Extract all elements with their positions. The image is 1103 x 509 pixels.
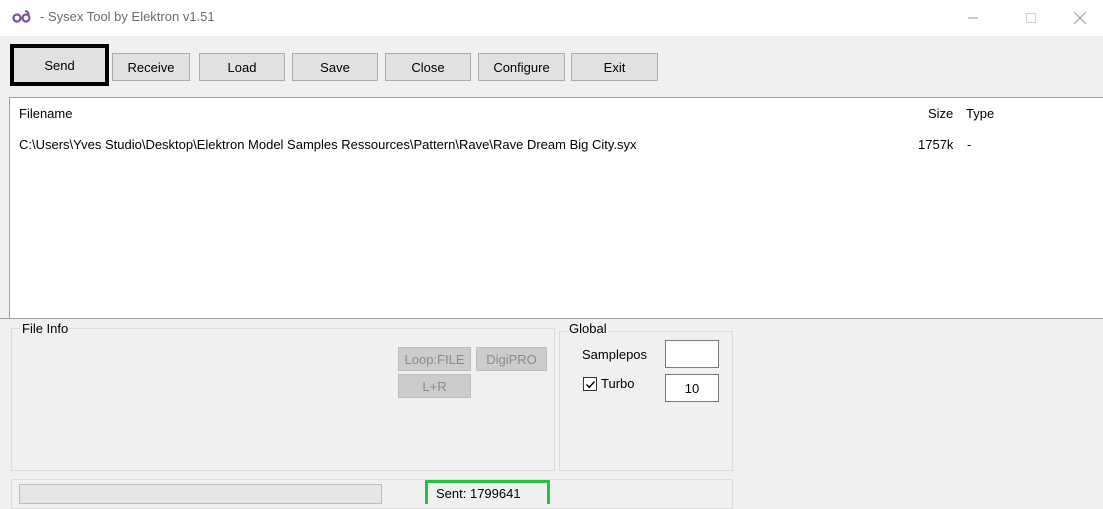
row-filename: C:\Users\Yves Studio\Desktop\Elektron Mo… xyxy=(19,137,637,152)
lr-button[interactable]: L+R xyxy=(398,374,471,398)
file-list[interactable]: Filename Size Type C:\Users\Yves Studio\… xyxy=(9,97,1103,318)
maximize-icon xyxy=(1026,13,1036,23)
column-header-filename[interactable]: Filename xyxy=(19,106,72,121)
sent-status-text: Sent: 1799641 xyxy=(436,486,521,501)
column-header-size[interactable]: Size xyxy=(928,106,953,121)
column-header-type[interactable]: Type xyxy=(966,106,994,121)
close-file-button[interactable]: Close xyxy=(385,53,471,81)
turbo-checkbox[interactable] xyxy=(583,377,597,391)
maximize-button[interactable] xyxy=(1008,0,1054,36)
sent-status-box: Sent: 1799641 xyxy=(425,480,550,504)
configure-button[interactable]: Configure xyxy=(478,53,565,81)
load-button[interactable]: Load xyxy=(199,53,285,81)
elektron-logo-icon xyxy=(12,10,31,23)
file-info-group xyxy=(11,328,555,471)
minimize-icon xyxy=(968,17,978,19)
toolbar: Send Receive Load Save Close Configure E… xyxy=(0,36,1103,96)
digipro-button[interactable]: DigiPRO xyxy=(476,347,547,371)
checkmark-icon xyxy=(585,380,595,388)
samplepos-label: Samplepos xyxy=(582,347,648,362)
row-size: 1757k xyxy=(918,137,954,152)
window-title: - Sysex Tool by Elektron v1.51 xyxy=(40,9,215,24)
minimize-button[interactable] xyxy=(950,0,996,36)
exit-button[interactable]: Exit xyxy=(571,53,658,81)
global-title: Global xyxy=(567,321,609,336)
splitter xyxy=(0,318,1103,319)
close-window-button[interactable] xyxy=(1057,0,1103,36)
turbo-value-field[interactable]: 10 xyxy=(665,374,719,402)
send-button[interactable]: Send xyxy=(10,44,109,86)
close-icon xyxy=(1073,11,1087,25)
loop-file-button[interactable]: Loop:FILE xyxy=(398,347,471,371)
receive-button[interactable]: Receive xyxy=(112,53,190,81)
title-bar: - Sysex Tool by Elektron v1.51 xyxy=(0,0,1103,36)
file-info-title: File Info xyxy=(20,321,71,336)
progress-bar xyxy=(19,484,382,504)
turbo-label: Turbo xyxy=(601,376,635,391)
row-type: - xyxy=(967,137,972,152)
save-button[interactable]: Save xyxy=(292,53,378,81)
table-row[interactable]: C:\Users\Yves Studio\Desktop\Elektron Mo… xyxy=(10,133,1007,155)
samplepos-field[interactable] xyxy=(665,340,719,368)
